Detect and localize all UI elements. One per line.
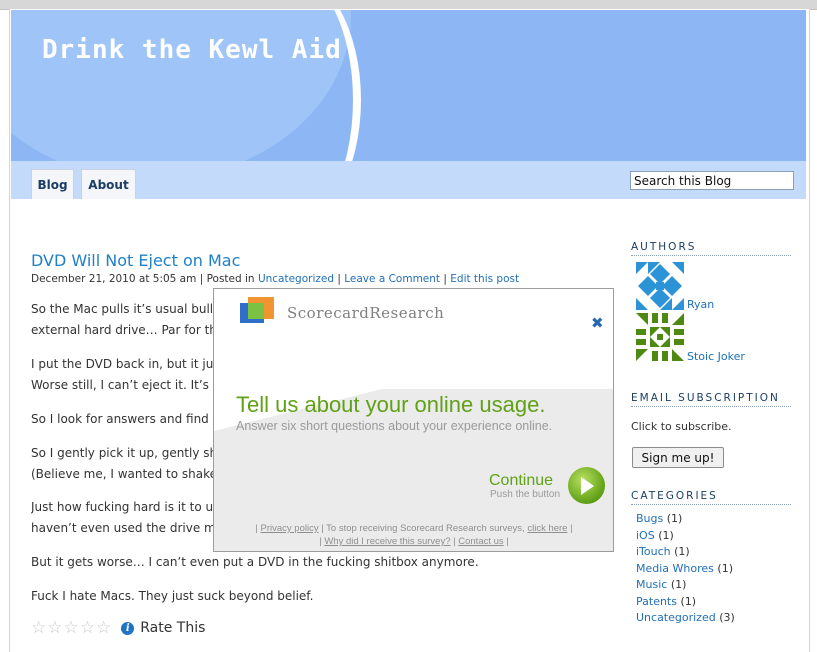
footer-separator: | <box>453 536 456 547</box>
search-input[interactable] <box>630 171 794 190</box>
tab-blog[interactable]: Blog <box>31 169 74 199</box>
close-icon[interactable]: ✖ <box>591 316 604 331</box>
category-count: (1) <box>674 545 690 558</box>
info-icon[interactable]: i <box>121 621 135 635</box>
post-date: December 21, 2010 at 5:05 am <box>31 273 197 285</box>
site-header: Drink the Kewl Aid <box>11 10 806 161</box>
star-icon[interactable]: ☆ <box>64 618 79 638</box>
category-link[interactable]: Media Whores <box>636 562 714 575</box>
post-category-link[interactable]: Uncategorized <box>258 273 334 285</box>
category-link[interactable]: iTouch <box>636 545 671 558</box>
footer-separator: | <box>570 523 573 534</box>
star-icon[interactable]: ☆ <box>47 618 62 638</box>
survey-headline: Tell us about your online usage. <box>236 392 546 417</box>
category-link[interactable]: Bugs <box>636 512 663 525</box>
scorecard-logo-icon <box>240 297 274 323</box>
survey-subtext: Answer six short questions about your ex… <box>236 419 553 433</box>
subscribe-text: Click to subscribe. <box>631 420 732 433</box>
avatar[interactable] <box>636 262 684 310</box>
rating-widget: ☆ ☆ ☆ ☆ ☆ i Rate This <box>31 618 205 638</box>
email-subscription-heading: EMAIL SUBSCRIPTION <box>631 392 791 407</box>
post-paragraph: But it gets worse… I can’t even put a DV… <box>31 555 479 569</box>
why-survey-link[interactable]: Why did I receive this survey? <box>324 536 450 547</box>
list-item: iOS (1) <box>636 528 735 545</box>
survey-footer: | Privacy policy | To stop receiving Sco… <box>214 522 613 548</box>
sign-me-up-button[interactable]: Sign me up! <box>632 447 724 468</box>
rate-this-label: Rate This <box>140 620 206 636</box>
category-count: (1) <box>717 561 733 575</box>
privacy-policy-link[interactable]: Privacy policy <box>261 523 319 534</box>
star-icon[interactable]: ☆ <box>31 618 46 638</box>
post-paragraph: Fuck I hate Macs. They just suck beyond … <box>31 589 314 603</box>
click-here-link[interactable]: click here <box>527 523 567 534</box>
star-icon[interactable]: ☆ <box>96 618 111 638</box>
category-count: (3) <box>719 611 735 624</box>
posted-in-label: | Posted in <box>199 273 255 285</box>
list-item: iTouch (1) <box>636 544 735 561</box>
footer-stop-text: | To stop receiving Scorecard Research s… <box>321 523 525 534</box>
star-icon[interactable]: ☆ <box>80 618 95 638</box>
list-item: Media Whores (1) <box>636 561 735 578</box>
scorecard-logo-text: ScorecardResearch <box>287 304 445 322</box>
author-ryan-link[interactable]: Ryan <box>687 298 714 311</box>
footer-separator: | <box>255 523 258 534</box>
leave-comment-link[interactable]: Leave a Comment <box>344 273 440 285</box>
continue-label[interactable]: Continue <box>489 472 553 490</box>
survey-popup: ScorecardResearch ✖ Tell us about your o… <box>213 288 614 552</box>
category-list: Bugs (1) iOS (1) iTouch (1) Media Whores… <box>636 511 735 627</box>
category-count: (1) <box>670 578 687 591</box>
post-title[interactable]: DVD Will Not Eject on Mac <box>31 251 240 270</box>
footer-separator: | <box>506 536 509 547</box>
author-stoic-joker-link[interactable]: Stoic Joker <box>687 350 745 363</box>
category-count: (1) <box>666 512 683 525</box>
category-link[interactable]: iOS <box>636 529 655 542</box>
list-item: Uncategorized (3) <box>636 610 735 627</box>
category-link[interactable]: Uncategorized <box>636 611 716 624</box>
footer-separator: | <box>319 536 322 547</box>
categories-heading: CATEGORIES <box>631 490 791 505</box>
arrow-right-icon[interactable] <box>568 467 605 504</box>
contact-us-link[interactable]: Contact us <box>458 536 503 547</box>
category-link[interactable]: Music <box>636 578 667 591</box>
list-item: Music (1) <box>636 577 735 594</box>
category-count: (1) <box>658 528 674 542</box>
list-item: Patents (1) <box>636 594 735 611</box>
push-the-button-label: Push the button <box>490 489 561 500</box>
edit-post-link[interactable]: Edit this post <box>450 273 519 285</box>
list-item: Bugs (1) <box>636 511 735 528</box>
authors-heading: AUTHORS <box>631 241 791 256</box>
category-link[interactable]: Patents <box>636 595 677 608</box>
avatar[interactable] <box>636 313 684 361</box>
tab-about[interactable]: About <box>81 169 136 199</box>
site-title[interactable]: Drink the Kewl Aid <box>42 32 342 68</box>
category-count: (1) <box>680 594 697 608</box>
post-meta: December 21, 2010 at 5:05 am | Posted in… <box>31 273 520 285</box>
